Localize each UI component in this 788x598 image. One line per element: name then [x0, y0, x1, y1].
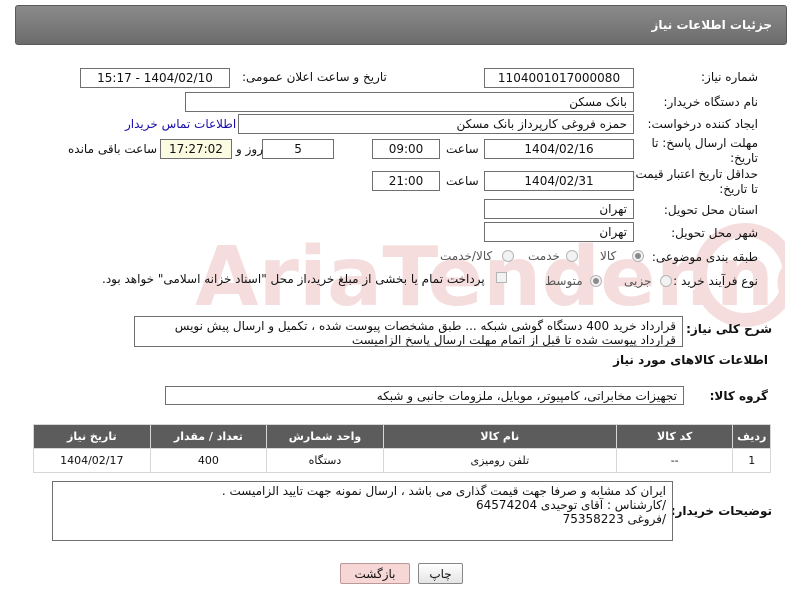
- price-validity-time-label: ساعت: [446, 174, 479, 188]
- category-option-goods-service: کالا/خدمت: [440, 249, 493, 263]
- back-button[interactable]: بازگشت: [340, 563, 410, 584]
- process-radio-medium[interactable]: [590, 275, 602, 287]
- cell-unit: دستگاه: [266, 448, 384, 473]
- buyer-notes-label: توضیحات خریدار:: [670, 504, 772, 518]
- price-validity-label: حداقل تاریخ اعتبار قیمت: تا تاریخ:: [631, 167, 758, 196]
- treasury-payment-note: پرداخت تمام یا بخشی از مبلغ خرید،از محل …: [102, 272, 485, 286]
- col-name: نام کالا: [382, 424, 617, 449]
- buyer-notes-line-2: /کارشناس : آقای توحیدی 64574204: [476, 498, 666, 512]
- goods-table: ردیف کد کالا نام کالا واحد شمارش تعداد /…: [33, 424, 771, 473]
- table-row[interactable]: 1 -- تلفن رومیزی دستگاه 400 1404/02/17: [33, 448, 771, 473]
- announce-field: 1404/02/10 - 15:17: [80, 68, 230, 88]
- city-field: تهران: [484, 222, 634, 242]
- print-button[interactable]: چاپ: [418, 563, 463, 584]
- category-radio-goods[interactable]: [632, 250, 644, 262]
- goods-group-label: گروه کالا:: [709, 389, 768, 403]
- cell-row: 1: [732, 448, 771, 473]
- panel-title: جزئیات اطلاعات نیاز: [651, 18, 772, 32]
- buyer-notes-line-3: /فروغی 75358223: [562, 512, 666, 526]
- remaining-label: ساعت باقی مانده: [68, 142, 158, 156]
- process-radio-minor[interactable]: [660, 275, 672, 287]
- cell-code: --: [615, 448, 734, 473]
- cell-date: 1404/02/17: [33, 448, 151, 473]
- cell-name: تلفن رومیزی: [382, 448, 617, 473]
- col-unit: واحد شمارش: [266, 424, 384, 449]
- remaining-time-field: 17:27:02: [160, 139, 232, 159]
- deadline-time-field: 09:00: [372, 139, 440, 159]
- description-textarea[interactable]: قرارداد خرید 400 دستگاه گوشی شبکه ... طب…: [134, 316, 683, 347]
- panel-header: جزئیات اطلاعات نیاز: [15, 5, 787, 45]
- category-label: طبقه بندی موضوعی:: [651, 250, 758, 264]
- deadline-date-field: 1404/02/16: [484, 139, 634, 159]
- deadline-label: مهلت ارسال پاسخ: تا تاریخ:: [651, 136, 758, 165]
- buyer-notes-line-1: ایران کد مشابه و صرفا جهت قیمت گذاری می …: [221, 484, 666, 498]
- process-option-minor: جزیی: [624, 274, 652, 288]
- description-label: شرح کلی نیاز:: [686, 322, 772, 336]
- category-radio-goods-service[interactable]: [502, 250, 514, 262]
- province-field: تهران: [484, 199, 634, 219]
- process-option-medium: متوسط: [545, 274, 583, 288]
- treasury-payment-checkbox[interactable]: [496, 272, 507, 283]
- cell-qty: 400: [149, 448, 268, 473]
- col-code: کد کالا: [615, 424, 734, 449]
- announce-label: تاریخ و ساعت اعلان عمومی:: [242, 70, 387, 84]
- need-number-field: 1104001017000080: [484, 68, 634, 88]
- creator-label: ایجاد کننده درخواست:: [647, 117, 758, 131]
- category-option-goods: کالا: [600, 249, 617, 263]
- price-validity-time-field: 21:00: [372, 171, 440, 191]
- col-row: ردیف: [732, 424, 771, 449]
- buyer-notes-textarea[interactable]: ایران کد مشابه و صرفا جهت قیمت گذاری می …: [52, 481, 673, 541]
- col-date: تاریخ نیاز: [33, 424, 151, 449]
- days-label: روز و: [236, 142, 263, 156]
- need-number-label: شماره نیاز:: [701, 70, 758, 84]
- category-radio-service[interactable]: [566, 250, 578, 262]
- buyer-org-label: نام دستگاه خریدار:: [663, 95, 759, 109]
- city-label: شهر محل تحویل:: [671, 226, 758, 240]
- deadline-time-label: ساعت: [446, 142, 479, 156]
- col-qty: تعداد / مقدار: [149, 424, 268, 449]
- goods-group-field: تجهیزات مخابراتی، کامپیوتر، موبایل، ملزو…: [165, 386, 684, 405]
- days-field: 5: [262, 139, 334, 159]
- province-label: استان محل تحویل:: [663, 203, 758, 217]
- price-validity-date-field: 1404/02/31: [484, 171, 634, 191]
- process-label: نوع فرآیند خرید :: [673, 274, 758, 288]
- category-option-service: خدمت: [528, 249, 560, 263]
- buyer-org-field: بانک مسکن: [185, 92, 634, 112]
- creator-field: حمزه فروغی کارپرداز بانک مسکن: [238, 114, 634, 134]
- goods-section-title: اطلاعات کالاهای مورد نیاز: [613, 353, 768, 367]
- buyer-contact-link[interactable]: اطلاعات تماس خریدار: [125, 117, 236, 131]
